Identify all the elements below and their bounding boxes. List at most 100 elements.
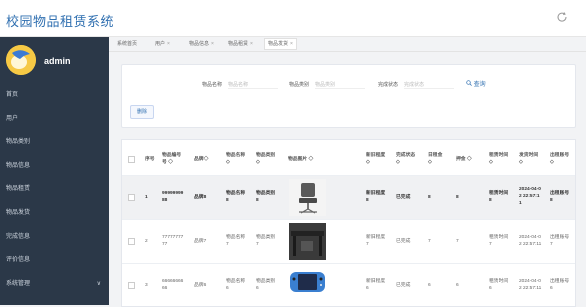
sidebar-item-label: 物品信息 bbox=[6, 162, 31, 169]
header-ship-time[interactable]: 发货时间 ◇ bbox=[519, 152, 538, 166]
sidebar-item-label: 完成信息 bbox=[6, 233, 31, 240]
search-panel: 物品名称 物品名称 物品类别 物品类别 完成状态 完成状态 查询 删除 bbox=[121, 64, 576, 128]
status-filter: 完成状态 完成状态 bbox=[378, 81, 455, 89]
cell-item-name: 物品名称 8 bbox=[226, 191, 246, 203]
item-type-filter: 物品类别 物品类别 bbox=[289, 81, 366, 89]
header-item-image[interactable]: 物品图片 ◇ bbox=[288, 156, 313, 163]
search-icon bbox=[466, 80, 472, 86]
sidebar: admin 首页 用户 物品类别 物品信息 物品租赁 物品发货 完成信息 评价信… bbox=[0, 37, 109, 305]
cell-deposit: 8 bbox=[456, 195, 459, 200]
cell-condition: 新旧程度 8 bbox=[366, 191, 386, 203]
sidebar-item-users[interactable]: 用户 bbox=[0, 108, 109, 132]
tab-item-rental[interactable]: 物品租赁 × bbox=[228, 39, 253, 49]
item-image-desk[interactable] bbox=[289, 223, 326, 260]
sidebar-item-label: 物品发货 bbox=[6, 209, 31, 216]
tab-item-info[interactable]: 物品信息 × bbox=[189, 39, 214, 49]
tab-label: 用户 bbox=[155, 41, 166, 47]
avatar[interactable] bbox=[6, 45, 36, 75]
username: admin bbox=[44, 56, 71, 66]
tab-users[interactable]: 用户 × bbox=[155, 39, 170, 49]
cell-index: 1 bbox=[145, 195, 148, 200]
refresh-icon[interactable] bbox=[556, 11, 568, 23]
header-condition[interactable]: 新旧程度 ◇ bbox=[366, 152, 385, 166]
cell-rental-account: 出租账号 6 bbox=[550, 279, 570, 291]
table-row[interactable]: 2 77777777 77 品牌7 物品名称 7 物品类别 7 新旧程度 7 已… bbox=[122, 219, 575, 263]
cell-condition: 新旧程度 7 bbox=[366, 235, 386, 247]
header-index: 序号 bbox=[145, 157, 155, 162]
cell-rental-account: 出租账号 8 bbox=[550, 191, 570, 203]
header-status[interactable]: 完成状态 ◇ bbox=[396, 152, 415, 166]
tab-label: 物品信息 bbox=[189, 41, 210, 47]
shipping-table: 序号 物品编号 号 ◇ 品牌◇ 物品名称 ◇ 物品类别 ◇ 物品图片 ◇ 新旧程… bbox=[121, 139, 576, 307]
cell-item-name: 物品名称 7 bbox=[226, 235, 246, 247]
tab-bar: 系统首页 用户 × 物品信息 × 物品租赁 × 物品发货 × bbox=[109, 37, 586, 52]
sidebar-item-item-shipping[interactable]: 物品发货 bbox=[0, 202, 109, 226]
cell-rent-time: 租赁时间 6 bbox=[489, 279, 509, 291]
row-checkbox[interactable] bbox=[128, 194, 135, 201]
cell-rental-account: 出租账号 7 bbox=[550, 235, 570, 247]
sidebar-item-item-rental[interactable]: 物品租赁 bbox=[0, 178, 109, 202]
cell-rent-time: 租赁时间 8 bbox=[489, 191, 509, 203]
close-icon[interactable]: × bbox=[211, 41, 214, 47]
close-icon[interactable]: × bbox=[250, 41, 253, 47]
cell-item-type: 物品类别 6 bbox=[256, 279, 276, 291]
sidebar-item-reviews[interactable]: 评价信息 bbox=[0, 249, 109, 273]
header-rent-time[interactable]: 租赁时间 ◇ bbox=[489, 152, 508, 166]
item-name-input[interactable]: 物品名称 bbox=[228, 81, 279, 89]
tab-item-shipping[interactable]: 物品发货 × bbox=[264, 38, 297, 50]
filter-label: 完成状态 bbox=[378, 82, 399, 88]
status-input[interactable]: 完成状态 bbox=[404, 81, 455, 89]
sidebar-item-completion[interactable]: 完成信息 bbox=[0, 226, 109, 250]
tab-home[interactable]: 系统首页 bbox=[117, 39, 137, 49]
close-icon[interactable]: × bbox=[290, 41, 293, 47]
tab-label: 物品发货 bbox=[268, 41, 289, 47]
sidebar-item-system-management[interactable]: 系统管理 ∨ bbox=[0, 273, 109, 297]
item-name-filter: 物品名称 物品名称 bbox=[202, 81, 279, 89]
table-row[interactable]: 3 66666666 66 品牌6 物品名称 6 物品类别 6 新旧程度 6 已… bbox=[122, 263, 575, 306]
sidebar-item-label: 物品类别 bbox=[6, 139, 31, 146]
select-all-checkbox[interactable] bbox=[128, 156, 135, 163]
cell-brand: 品牌7 bbox=[194, 239, 207, 244]
cell-status: 已完成 bbox=[396, 283, 411, 288]
filter-label: 物品类别 bbox=[289, 82, 310, 88]
sidebar-item-home[interactable]: 首页 bbox=[0, 84, 109, 108]
header-daily-rent[interactable]: 日租金 ◇ bbox=[428, 152, 442, 166]
close-icon[interactable]: × bbox=[167, 41, 170, 47]
row-checkbox[interactable] bbox=[128, 238, 135, 245]
top-bar: 校园物品租赁系统 bbox=[0, 0, 586, 37]
cell-item-no: 66666666 66 bbox=[162, 279, 184, 291]
item-image-chair[interactable] bbox=[289, 179, 326, 216]
cell-item-no: 77777777 77 bbox=[162, 235, 184, 247]
row-checkbox[interactable] bbox=[128, 282, 135, 289]
cell-ship-time: 2024-04-0 2 22:57:11 bbox=[519, 235, 542, 247]
chevron-down-icon: ∨ bbox=[96, 280, 101, 287]
sidebar-item-item-categories[interactable]: 物品类别 bbox=[0, 131, 109, 155]
cell-daily-rent: 7 bbox=[428, 239, 431, 244]
cell-item-type: 物品类别 8 bbox=[256, 191, 276, 203]
header-deposit[interactable]: 押金 ◇ bbox=[456, 156, 472, 163]
filter-label: 物品名称 bbox=[202, 82, 223, 88]
cell-status: 已完成 bbox=[396, 239, 411, 244]
delete-button[interactable]: 删除 bbox=[130, 105, 154, 119]
sidebar-item-label: 系统管理 bbox=[6, 280, 31, 287]
cell-index: 3 bbox=[145, 283, 148, 288]
cell-item-type: 物品类别 7 bbox=[256, 235, 276, 247]
cell-ship-time: 2024-04-0 2 22:57:11 bbox=[519, 279, 542, 291]
item-type-input[interactable]: 物品类别 bbox=[315, 81, 366, 89]
sidebar-item-label: 首页 bbox=[6, 92, 19, 98]
header-item-type[interactable]: 物品类别 ◇ bbox=[256, 152, 275, 166]
table-row[interactable]: 1 99999999 88 品牌8 物品名称 8 物品类别 8 新旧程度 8 已… bbox=[122, 175, 575, 219]
cell-daily-rent: 8 bbox=[428, 195, 431, 200]
header-item-no[interactable]: 物品编号 号 ◇ bbox=[162, 152, 181, 166]
search-button-label: 查询 bbox=[473, 82, 486, 88]
header-rental-account[interactable]: 出租账号 ◇ bbox=[550, 152, 569, 166]
header-brand[interactable]: 品牌◇ bbox=[194, 156, 208, 163]
header-item-name[interactable]: 物品名称 ◇ bbox=[226, 152, 245, 166]
sidebar-item-label: 评价信息 bbox=[6, 257, 31, 264]
tab-label: 系统首页 bbox=[117, 41, 138, 47]
item-image-game-console[interactable] bbox=[289, 270, 326, 294]
sidebar-nav: 首页 用户 物品类别 物品信息 物品租赁 物品发货 完成信息 评价信息 系统管理… bbox=[0, 84, 109, 296]
search-button[interactable]: 查询 bbox=[466, 79, 486, 88]
sidebar-item-item-info[interactable]: 物品信息 bbox=[0, 155, 109, 179]
cell-item-no: 99999999 88 bbox=[162, 191, 184, 203]
